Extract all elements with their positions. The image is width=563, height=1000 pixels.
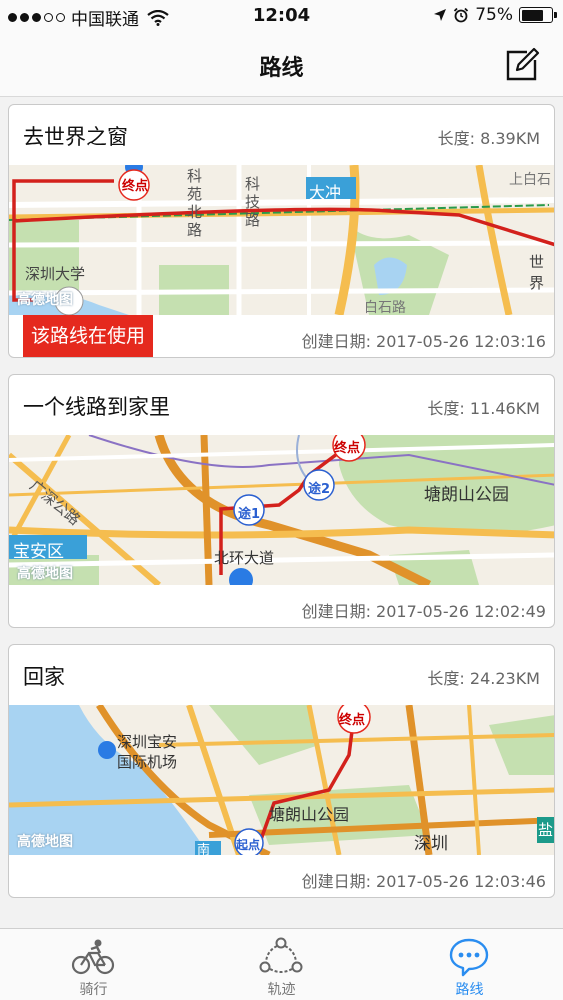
route-card-header: 去世界之窗 长度: 8.39KM: [9, 105, 554, 165]
tab-label: 路线: [455, 982, 484, 998]
map-label: 塘朗山公园: [424, 485, 509, 505]
route-end-marker: 终点: [339, 713, 366, 728]
route-length: 长度: 24.23KM: [427, 669, 540, 688]
created-date: 创建日期: 2017-05-26 12:02:49: [301, 602, 546, 621]
page-title: 路线: [259, 56, 304, 81]
map-label: 深圳: [414, 834, 448, 854]
map-label: 北环大道: [214, 549, 275, 567]
route-name: 去世界之窗: [23, 125, 128, 149]
map-label: 白石路: [364, 300, 406, 315]
map-label: 深圳宝安: [117, 733, 178, 751]
map-label: 科苑北路: [187, 167, 203, 239]
in-use-badge: 该路线在使用: [23, 315, 154, 357]
route-card-footer: 创建日期: 2017-05-26 12:02:49: [9, 585, 554, 627]
route-start-marker: 起点: [236, 838, 261, 852]
alarm-clock-icon: [454, 7, 469, 23]
navigation-bar: 路线: [0, 32, 563, 97]
map-label: 上白石: [509, 172, 551, 188]
map-label: 世界: [529, 253, 545, 292]
route-card-header: 回家 长度: 24.23KM: [9, 645, 554, 705]
battery-fill: [521, 9, 544, 21]
location-arrow-icon: [434, 9, 447, 21]
route-end-marker: 终点: [334, 441, 361, 456]
map-label: 国际机场: [117, 753, 178, 771]
map-label: 盐: [538, 821, 554, 839]
route-map-thumbnail[interactable]: 终点 途2 途1 广深公路 塘朗山公园 宝安区 北环大道 高德地图: [9, 435, 554, 585]
tab-bar: 骑行 轨迹 路线: [0, 928, 563, 1000]
route-via-marker: 途1: [238, 507, 261, 522]
map-label: 大冲: [309, 183, 342, 202]
route-card-2[interactable]: 一个线路到家里 长度: 11.46KM 终点 途2 途1 广深公路 塘朗山公园 …: [8, 374, 555, 628]
route-card-3[interactable]: 回家 长度: 24.23KM 终点 起点 深圳宝安 国际机场 塘朗山公园 深圳 …: [8, 644, 555, 898]
map-label: 宝安区: [13, 542, 64, 562]
chat-route-icon: [449, 938, 489, 977]
map-label: 科技路: [245, 175, 261, 229]
amap-watermark: 高德地图: [17, 292, 73, 308]
tab-label: 骑行: [79, 982, 108, 998]
route-via-marker: 途2: [308, 482, 331, 497]
status-right: 75%: [433, 5, 557, 25]
map-label: 塘朗山公园: [269, 805, 350, 824]
route-length: 长度: 8.39KM: [437, 129, 540, 148]
amap-watermark: 高德地图: [17, 566, 73, 582]
route-map-2: [9, 435, 554, 585]
route-name: 一个线路到家里: [23, 395, 170, 419]
created-date: 创建日期: 2017-05-26 12:03:46: [301, 872, 546, 891]
battery-percent: 75%: [475, 5, 513, 25]
route-card-1[interactable]: 去世界之窗 长度: 8.39KM 终点 科苑北路 科技路 大冲 上白石 深圳大学…: [8, 104, 555, 358]
bicycle-icon: [71, 939, 115, 975]
created-date: 创建日期: 2017-05-26 12:03:16: [301, 332, 546, 351]
tab-routes[interactable]: 路线: [376, 929, 563, 1000]
route-map-3: [9, 705, 554, 855]
tab-riding[interactable]: 骑行: [0, 929, 187, 1000]
route-map-thumbnail[interactable]: 终点 起点 深圳宝安 国际机场 塘朗山公园 深圳 南 盐 高德地图: [9, 705, 554, 855]
route-card-footer: 该路线在使用 创建日期: 2017-05-26 12:03:16: [9, 315, 554, 357]
battery-icon: [519, 7, 557, 23]
route-card-header: 一个线路到家里 长度: 11.46KM: [9, 375, 554, 435]
tab-track[interactable]: 轨迹: [188, 929, 375, 1000]
route-length: 长度: 11.46KM: [427, 399, 540, 418]
track-icon: [259, 937, 303, 973]
amap-watermark: 高德地图: [17, 834, 73, 850]
route-name: 回家: [23, 665, 65, 689]
edit-square-icon[interactable]: [503, 46, 541, 84]
route-map-1: [9, 165, 554, 315]
map-label: 南: [197, 843, 211, 855]
map-label: 深圳大学: [25, 265, 86, 283]
tab-label: 轨迹: [267, 982, 296, 998]
route-card-footer: 创建日期: 2017-05-26 12:03:46: [9, 855, 554, 897]
route-end-marker: 终点: [122, 179, 149, 194]
route-map-thumbnail[interactable]: 终点 科苑北路 科技路 大冲 上白石 深圳大学 世界 白石路 高德地图: [9, 165, 554, 315]
status-bar: 中国联通 12:04 75%: [0, 0, 563, 32]
